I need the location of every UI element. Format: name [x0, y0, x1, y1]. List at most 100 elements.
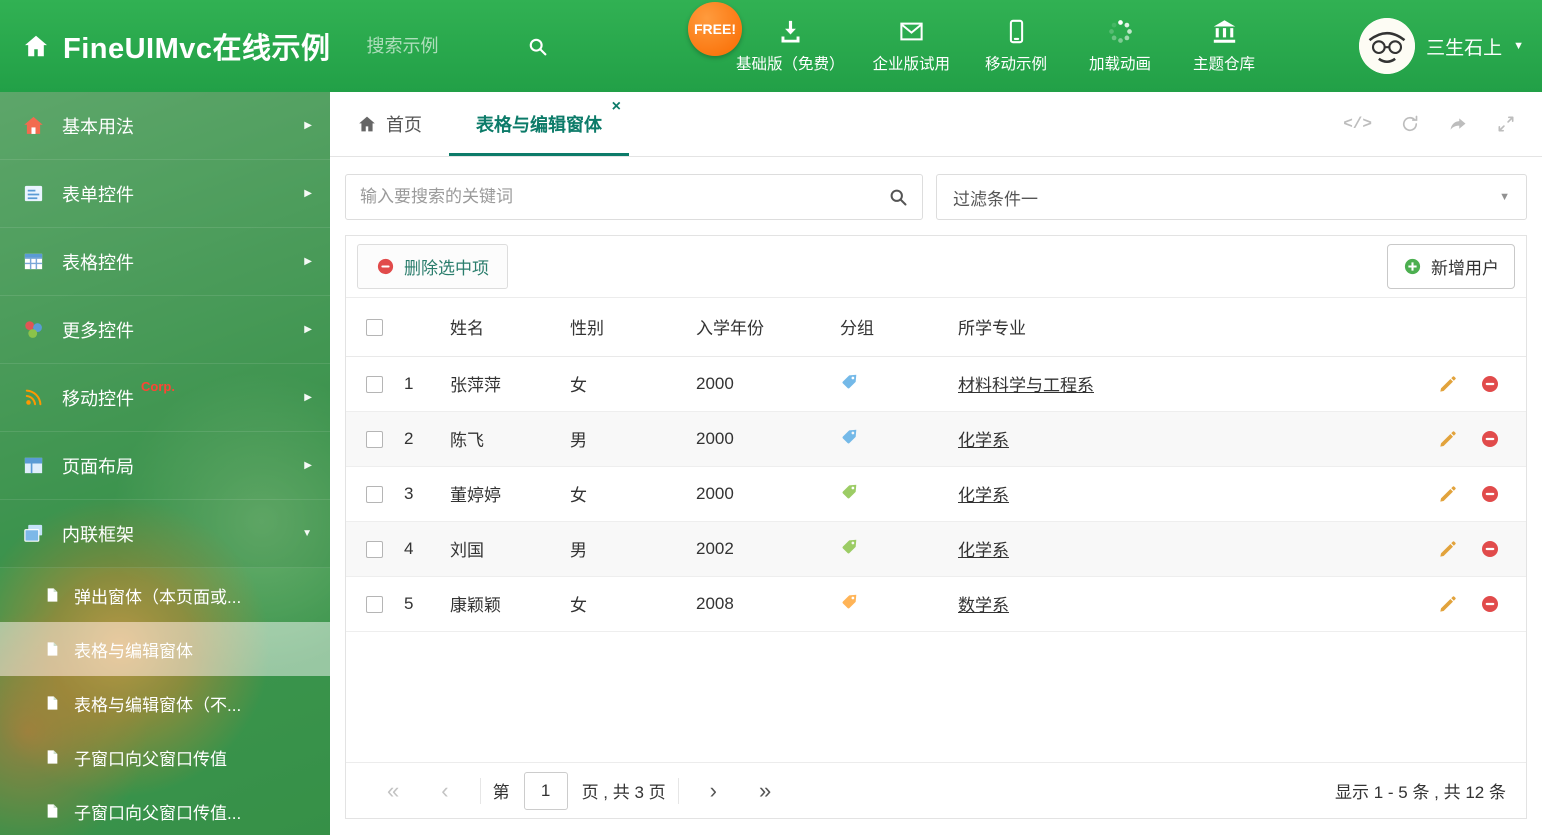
refresh-icon[interactable] — [1400, 114, 1420, 134]
sidebar: 基本用法 ▶ 表单控件 ▶ 表格控件 ▶ 更多控件 ▶ 移动控件 Corp. ▶ 页面布局 ▶ 内联框架 ▼… — [0, 92, 330, 835]
delete-icon[interactable] — [1480, 374, 1500, 394]
nav-item-label: 加载动画 — [1089, 56, 1152, 73]
cell-year: 2002 — [688, 521, 832, 577]
sidebar-item-2[interactable]: 表单控件 ▶ — [0, 160, 330, 228]
nav-item-3[interactable]: 移动示例 — [964, 18, 1068, 74]
sidebar-subitem-3[interactable]: 表格与编辑窗体（不... — [0, 676, 330, 730]
avatar — [1359, 18, 1416, 74]
table-row: 2 陈飞男 2000 化学系 — [346, 411, 1526, 467]
nav-item-4[interactable]: 加载动画 — [1068, 18, 1172, 74]
chevron-right-icon: ▶ — [304, 460, 312, 471]
nav-item-label: 企业版试用 — [872, 56, 951, 73]
sidebar-subitem-label: 子窗口向父窗口传值... — [74, 803, 242, 823]
edit-icon[interactable] — [1438, 374, 1458, 394]
col-header-year: 入学年份 — [688, 298, 832, 357]
col-header-gender: 性别 — [562, 298, 688, 357]
sidebar-item-3[interactable]: 表格控件 ▶ — [0, 228, 330, 296]
row-checkbox[interactable] — [366, 375, 383, 393]
keyword-search-box — [345, 174, 923, 220]
major-link[interactable]: 化学系 — [958, 541, 1009, 560]
search-icon[interactable] — [888, 187, 908, 207]
delete-selected-button[interactable]: 删除选中项 — [357, 244, 508, 289]
sidebar-subitem-label: 表格与编辑窗体（不... — [74, 695, 242, 715]
pagination-divider — [677, 777, 679, 804]
nav-item-2[interactable]: 企业版试用 — [859, 18, 965, 74]
sidebar-item-6[interactable]: 页面布局 ▶ — [0, 432, 330, 500]
corp-badge: Corp. — [141, 379, 175, 394]
user-table-body: 1 张萍萍女 2000 材料科学与工程系 2 陈飞男 2000 化学系 3 董婷婷女 2000 化学系… — [346, 356, 1526, 632]
add-user-button[interactable]: 新增用户 — [1387, 244, 1515, 289]
nav-item-1[interactable]: 基础版（免费） — [722, 18, 859, 74]
major-link[interactable]: 数学系 — [958, 596, 1009, 615]
col-header-actions — [1400, 298, 1526, 357]
row-checkbox[interactable] — [366, 595, 383, 613]
sidebar-item-7[interactable]: 内联框架 ▼ — [0, 500, 330, 568]
table-row: 3 董婷婷女 2000 化学系 — [346, 466, 1526, 522]
sidebar-subitem-2[interactable]: 表格与编辑窗体 — [0, 622, 330, 676]
last-page-icon[interactable]: » — [738, 779, 792, 802]
expand-icon[interactable] — [1496, 114, 1516, 134]
select-all-checkbox[interactable] — [366, 318, 383, 336]
filter-dropdown[interactable]: 过滤条件一 ▼ — [936, 174, 1527, 220]
tab-tools: </> — [1343, 92, 1542, 156]
sidebar-subitem-label: 表格与编辑窗体 — [74, 641, 193, 661]
open-new-window-icon[interactable] — [1448, 114, 1468, 134]
sidebar-item-4[interactable]: 更多控件 ▶ — [0, 296, 330, 364]
tab-home[interactable]: 首页 — [330, 92, 449, 156]
nav-item-label: 基础版（免费） — [736, 56, 845, 73]
header-nav: 基础版（免费） 企业版试用 移动示例 加载动画 主题仓库 — [722, 0, 1276, 92]
nav-item-label: 移动示例 — [985, 56, 1048, 73]
delete-icon[interactable] — [1480, 484, 1500, 504]
prev-page-icon[interactable]: ‹ — [420, 779, 469, 802]
row-checkbox[interactable] — [366, 540, 383, 558]
delete-icon[interactable] — [1480, 429, 1500, 449]
major-link[interactable]: 材料科学与工程系 — [958, 376, 1094, 395]
file-icon — [44, 585, 60, 605]
delete-icon[interactable] — [1480, 594, 1500, 614]
sidebar-subitem-1[interactable]: 弹出窗体（本页面或... — [0, 568, 330, 622]
filter-selected-value: 过滤条件一 — [953, 189, 1038, 209]
sidebar-subitem-4[interactable]: 子窗口向父窗口传值 — [0, 730, 330, 784]
file-icon — [44, 747, 60, 767]
user-menu[interactable]: 三生石上 ▼ — [1359, 0, 1524, 92]
frames-icon — [22, 522, 45, 545]
keyword-search-input[interactable] — [360, 187, 888, 207]
major-link[interactable]: 化学系 — [958, 431, 1009, 450]
nav-item-5[interactable]: 主题仓库 — [1172, 18, 1276, 74]
edit-icon[interactable] — [1438, 539, 1458, 559]
page-number-input[interactable] — [523, 771, 568, 810]
sidebar-item-label: 基本用法 — [62, 116, 134, 137]
signal-icon — [22, 386, 45, 409]
next-page-icon[interactable]: › — [689, 779, 738, 802]
sidebar-item-label: 表格控件 — [62, 252, 134, 273]
app-title: FineUIMvc在线示例 — [63, 33, 331, 65]
sidebar-subitem-5[interactable]: 子窗口向父窗口传值... — [0, 784, 330, 835]
source-code-icon[interactable]: </> — [1343, 115, 1372, 133]
row-checkbox[interactable] — [366, 430, 383, 448]
envelope-icon — [898, 18, 925, 45]
cell-year: 2000 — [688, 466, 832, 522]
edit-icon[interactable] — [1438, 484, 1458, 504]
cell-gender: 男 — [562, 521, 688, 577]
major-link[interactable]: 化学系 — [958, 486, 1009, 505]
chevron-down-icon: ▼ — [1499, 191, 1510, 203]
close-icon[interactable]: × — [612, 99, 621, 115]
edit-icon[interactable] — [1438, 594, 1458, 614]
sidebar-item-label: 内联框架 — [62, 524, 134, 545]
row-number: 3 — [396, 466, 442, 522]
search-icon[interactable] — [527, 36, 548, 57]
cell-name: 康颖颖 — [442, 576, 562, 632]
sidebar-item-1[interactable]: 基本用法 ▶ — [0, 92, 330, 160]
brand[interactable]: FineUIMvc在线示例 — [0, 25, 331, 67]
delete-icon[interactable] — [1480, 539, 1500, 559]
chevron-right-icon: ▶ — [304, 188, 312, 199]
row-checkbox[interactable] — [366, 485, 383, 503]
edit-icon[interactable] — [1438, 429, 1458, 449]
first-page-icon[interactable]: « — [366, 779, 420, 802]
header-search-input[interactable] — [366, 35, 527, 57]
tab-grid-edit-window[interactable]: 表格与编辑窗体 × — [449, 92, 629, 156]
sidebar-item-5[interactable]: 移动控件 Corp. ▶ — [0, 364, 330, 432]
grid-panel: 删除选中项 新增用户 姓名 性别 入学年份 分组 所学专业 1 张萍萍 女 20… — [345, 235, 1527, 819]
row-number: 1 — [396, 356, 442, 412]
cell-year: 2000 — [688, 356, 832, 412]
